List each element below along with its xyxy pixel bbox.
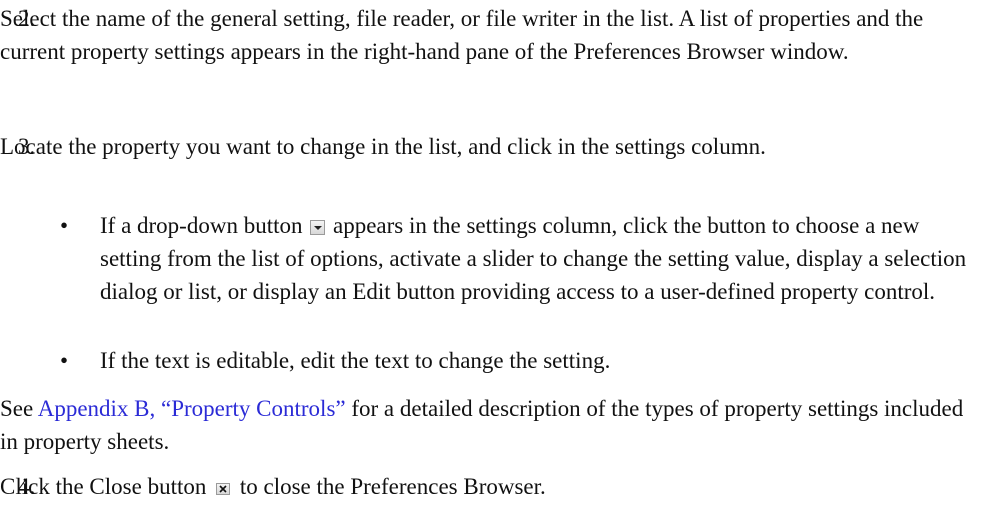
step-text: Click the Close button to close the Pref… (0, 470, 970, 503)
see-paragraph: See Appendix B, “Property Controls” for … (0, 392, 970, 458)
bullet-symbol: • (60, 348, 69, 373)
step-text: Select the name of the general setting, … (0, 6, 924, 64)
step-text-after: to close the Preferences Browser. (239, 474, 546, 499)
step-2: 2. Select the name of the general settin… (0, 2, 970, 68)
see-text: See Appendix B, “Property Controls” for … (0, 392, 970, 458)
document-page: 2. Select the name of the general settin… (0, 0, 984, 529)
step-4: 4. Click the Close button to close the P… (0, 470, 970, 503)
step-text: Locate the property you want to change i… (0, 134, 766, 159)
bullet-text-before: If a drop-down button (100, 213, 303, 238)
step-number: 3. (18, 134, 36, 159)
close-x-icon (216, 483, 231, 495)
bullet-text: If a drop-down button appears in the set… (100, 209, 970, 308)
bullet-item: • If a drop-down button appears in the s… (0, 209, 970, 308)
bullet-item: • If the text is editable, edit the text… (0, 344, 970, 377)
step-number: 4. (18, 474, 36, 499)
step-3: 3. Locate the property you want to chang… (0, 130, 970, 163)
bullet-text: If the text is editable, edit the text t… (100, 348, 611, 373)
see-prefix: See (0, 396, 38, 421)
bullet-symbol: • (60, 213, 69, 238)
appendix-b-link[interactable]: Appendix B, “Property Controls” (38, 396, 346, 421)
drop-down-arrow-icon (310, 220, 326, 235)
step-number: 2. (18, 6, 36, 31)
